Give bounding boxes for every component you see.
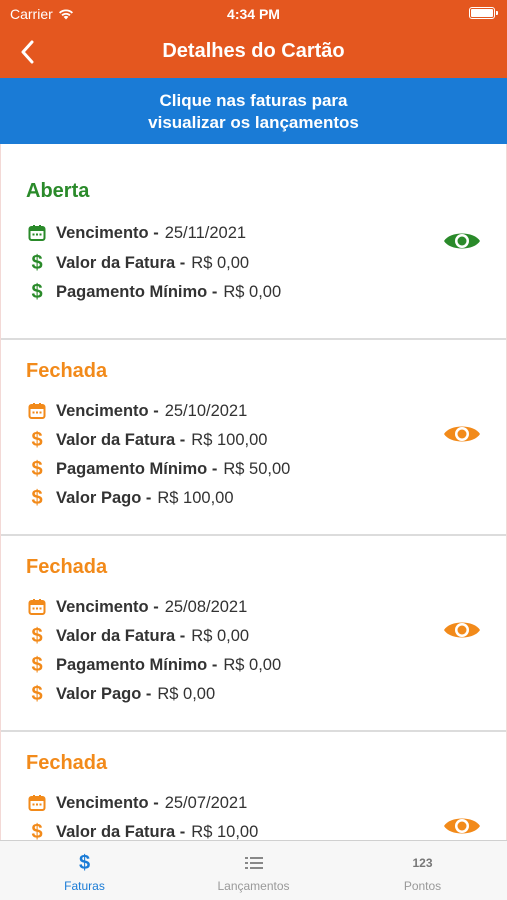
invoice-row: Vencimento - 25/07/2021 bbox=[26, 790, 247, 816]
dollar-icon: $ bbox=[31, 251, 43, 274]
invoice-card[interactable]: Fechada Vencimento - 25/07/2021 $ Valor … bbox=[1, 732, 506, 840]
battery-icon bbox=[469, 7, 498, 19]
invoice-status: Fechada bbox=[26, 360, 108, 382]
row-label: Valor Pago - bbox=[56, 684, 152, 703]
tab-lancamentos[interactable]: Lançamentos bbox=[169, 841, 338, 900]
calendar-icon bbox=[26, 400, 48, 422]
row-value: R$ 100,00 bbox=[191, 430, 268, 449]
tab-bar: $ Faturas Lançamentos 123 Pontos bbox=[0, 840, 507, 900]
row-label: Valor da Fatura - bbox=[56, 822, 186, 841]
row-value: 25/11/2021 bbox=[164, 223, 247, 242]
row-value: R$ 100,00 bbox=[157, 488, 234, 507]
row-value: 25/10/2021 bbox=[164, 401, 248, 420]
invoice-card[interactable]: Fechada Vencimento - 25/10/2021 $ Valor … bbox=[1, 340, 506, 536]
invoice-row: Vencimento - 25/11/2021 bbox=[26, 220, 246, 246]
eye-icon[interactable] bbox=[443, 228, 481, 254]
invoice-row: $ Valor Pago - R$ 0,00 bbox=[26, 681, 215, 707]
row-label: Vencimento - bbox=[56, 401, 159, 420]
dollar-icon: $ bbox=[31, 682, 43, 705]
page-title: Detalhes do Cartão bbox=[162, 40, 345, 62]
invoice-list: Aberta Vencimento - 25/11/2021 $ Valor d… bbox=[0, 144, 507, 840]
clock: 4:34 PM bbox=[227, 6, 280, 22]
invoice-card[interactable]: Fechada Vencimento - 25/08/2021 $ Valor … bbox=[1, 536, 506, 732]
invoice-row: $ Pagamento Mínimo - R$ 0,00 bbox=[26, 279, 281, 305]
row-value: R$ 0,00 bbox=[191, 253, 250, 272]
row-value: 25/07/2021 bbox=[164, 793, 248, 812]
invoice-status: Fechada bbox=[26, 556, 108, 578]
row-value: R$ 0,00 bbox=[223, 655, 282, 674]
invoice-row: $ Valor da Fatura - R$ 100,00 bbox=[26, 427, 267, 453]
eye-icon[interactable] bbox=[443, 813, 481, 839]
status-bar: Carrier 4:34 PM bbox=[0, 0, 507, 26]
invoice-row: Vencimento - 25/10/2021 bbox=[26, 398, 247, 424]
eye-icon[interactable] bbox=[443, 617, 481, 643]
invoice-row: Vencimento - 25/08/2021 bbox=[26, 594, 247, 620]
header: Carrier 4:34 PM Detalhes do Cartão bbox=[0, 0, 507, 78]
row-value: R$ 10,00 bbox=[191, 822, 259, 841]
row-value: R$ 0,00 bbox=[191, 626, 250, 645]
row-value: 25/08/2021 bbox=[164, 597, 248, 616]
row-label: Vencimento - bbox=[56, 793, 159, 812]
invoice-row: $ Valor da Fatura - R$ 0,00 bbox=[26, 250, 249, 276]
invoice-card[interactable]: Aberta Vencimento - 25/11/2021 $ Valor d… bbox=[1, 144, 506, 340]
tab-faturas[interactable]: $ Faturas bbox=[0, 841, 169, 900]
banner-line-2: visualizar os lançamentos bbox=[148, 113, 359, 132]
row-label: Pagamento Mínimo - bbox=[56, 282, 218, 301]
dollar-icon: $ bbox=[31, 653, 43, 676]
numbers-icon: 123 bbox=[412, 856, 433, 870]
dollar-icon: $ bbox=[31, 624, 43, 647]
dollar-icon: $ bbox=[31, 280, 43, 303]
calendar-icon bbox=[26, 222, 48, 244]
dollar-icon: $ bbox=[31, 820, 43, 841]
invoice-row: $ Valor da Fatura - R$ 10,00 bbox=[26, 819, 259, 841]
tab-label: Lançamentos bbox=[217, 879, 290, 893]
invoice-row: $ Valor da Fatura - R$ 0,00 bbox=[26, 623, 249, 649]
tab-pontos[interactable]: 123 Pontos bbox=[338, 841, 507, 900]
row-label: Valor Pago - bbox=[56, 488, 152, 507]
row-label: Valor da Fatura - bbox=[56, 430, 186, 449]
info-banner: Clique nas faturas para visualizar os la… bbox=[0, 78, 507, 144]
list-icon bbox=[244, 851, 263, 875]
row-value: R$ 50,00 bbox=[223, 459, 291, 478]
calendar-icon bbox=[26, 596, 48, 618]
row-label: Vencimento - bbox=[56, 223, 159, 242]
app-screen: Carrier 4:34 PM Detalhes do Cartão Cliqu… bbox=[0, 0, 507, 900]
eye-icon[interactable] bbox=[443, 421, 481, 447]
back-button[interactable] bbox=[10, 34, 44, 70]
calendar-icon bbox=[26, 792, 48, 814]
dollar-icon: $ bbox=[31, 428, 43, 451]
tab-label: Faturas bbox=[64, 879, 105, 893]
invoice-row: $ Pagamento Mínimo - R$ 0,00 bbox=[26, 652, 281, 678]
invoice-row: $ Valor Pago - R$ 100,00 bbox=[26, 485, 234, 511]
invoice-status: Fechada bbox=[26, 752, 108, 774]
row-label: Vencimento - bbox=[56, 597, 159, 616]
chevron-left-icon bbox=[21, 40, 34, 64]
row-label: Pagamento Mínimo - bbox=[56, 655, 218, 674]
nav-bar: Detalhes do Cartão bbox=[0, 26, 507, 78]
dollar-icon: $ bbox=[31, 486, 43, 509]
row-value: R$ 0,00 bbox=[223, 282, 282, 301]
dollar-icon: $ bbox=[78, 851, 91, 874]
row-label: Valor da Fatura - bbox=[56, 626, 186, 645]
tab-label: Pontos bbox=[403, 879, 442, 893]
invoice-status: Aberta bbox=[26, 180, 90, 202]
row-value: R$ 0,00 bbox=[157, 684, 216, 703]
banner-line-1: Clique nas faturas para bbox=[159, 91, 348, 110]
dollar-icon: $ bbox=[31, 457, 43, 480]
invoice-row: $ Pagamento Mínimo - R$ 50,00 bbox=[26, 456, 290, 482]
row-label: Valor da Fatura - bbox=[56, 253, 186, 272]
row-label: Pagamento Mínimo - bbox=[56, 459, 218, 478]
